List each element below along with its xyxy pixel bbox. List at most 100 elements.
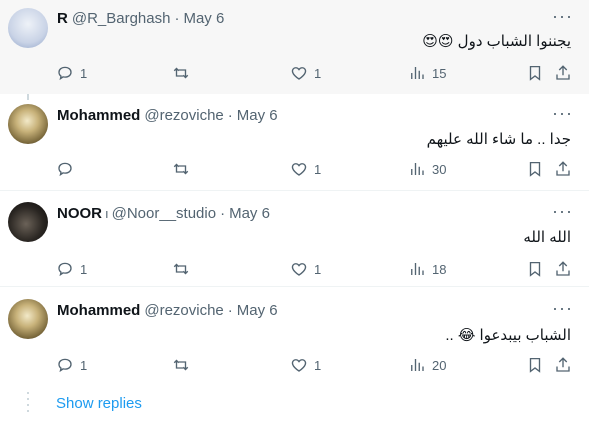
- reply-icon: [58, 162, 72, 177]
- bookmark-button[interactable]: [526, 260, 544, 278]
- avatar[interactable]: [8, 299, 48, 339]
- views-button[interactable]: 15: [408, 64, 446, 82]
- share-button[interactable]: [554, 356, 572, 374]
- bookmark-icon: [529, 357, 541, 373]
- tweet-header: R @R_Barghash · May 6: [57, 10, 224, 27]
- avatar[interactable]: [8, 8, 48, 48]
- avatar[interactable]: [8, 104, 48, 144]
- like-icon: [291, 359, 307, 372]
- bookmark-button[interactable]: [526, 356, 544, 374]
- author-name[interactable]: Mohammed: [57, 302, 140, 319]
- author-name[interactable]: NOOR: [57, 205, 102, 222]
- tweet-text: الله الله: [523, 229, 571, 246]
- share-icon: [556, 261, 570, 276]
- tweet-text: الشباب بيبدعوا 😂 ..: [445, 327, 571, 344]
- like-count: 1: [314, 261, 322, 277]
- avatar[interactable]: [8, 202, 48, 242]
- like-button[interactable]: 1: [290, 356, 321, 374]
- share-icon: [556, 357, 570, 372]
- views-icon: [411, 67, 424, 79]
- show-replies-link[interactable]: Show replies: [56, 395, 142, 412]
- more-options-icon[interactable]: ···: [552, 201, 573, 222]
- bookmark-icon: [529, 161, 541, 177]
- retweet-icon: [173, 163, 189, 175]
- views-icon: [411, 163, 424, 175]
- reply-count: 1: [80, 357, 88, 373]
- author-handle[interactable]: @R_Barghash: [72, 10, 171, 27]
- tweet-text: يجننوا الشباب دول 😍😍: [422, 33, 571, 50]
- like-count: 1: [314, 357, 322, 373]
- views-button[interactable]: 18: [408, 260, 446, 278]
- tweet-text: جدا .. ما شاء الله عليهم: [426, 131, 571, 148]
- bookmark-icon: [529, 65, 541, 81]
- action-bar: 1 30: [56, 160, 576, 180]
- views-button[interactable]: 30: [408, 160, 446, 178]
- reply-tweet[interactable]: Mohammed @rezoviche · May 6 ··· جدا .. م…: [0, 94, 589, 191]
- reply-button[interactable]: [56, 160, 80, 178]
- view-count: 30: [432, 161, 447, 177]
- like-button[interactable]: 1: [290, 260, 321, 278]
- author-handle[interactable]: @Noor__studio: [112, 205, 216, 222]
- tweet-date[interactable]: May 6: [183, 10, 224, 27]
- separator: ·: [220, 205, 226, 222]
- tweet-date[interactable]: May 6: [229, 205, 270, 222]
- action-bar: 1 1 15: [56, 64, 576, 84]
- reply-button[interactable]: 1: [56, 260, 87, 278]
- more-options-icon[interactable]: ···: [552, 103, 573, 124]
- tweet-header: Mohammed @rezoviche · May 6: [57, 107, 278, 124]
- separator: ·: [227, 302, 233, 319]
- like-icon: [291, 263, 307, 276]
- share-icon: [556, 65, 570, 80]
- like-icon: [291, 163, 307, 176]
- action-bar: 1 1 18: [56, 260, 576, 280]
- views-button[interactable]: 20: [408, 356, 446, 374]
- like-count: 1: [314, 65, 322, 81]
- bookmark-button[interactable]: [526, 160, 544, 178]
- retweet-icon: [173, 67, 189, 79]
- tweet-date[interactable]: May 6: [237, 302, 278, 319]
- reply-tweet[interactable]: R @R_Barghash · May 6 ··· يجننوا الشباب …: [0, 0, 589, 94]
- reply-tweet[interactable]: NOOR ı @Noor__studio · May 6 ··· الله ال…: [0, 192, 589, 287]
- share-button[interactable]: [554, 160, 572, 178]
- retweet-button[interactable]: [172, 64, 196, 82]
- separator: ·: [174, 10, 180, 27]
- reply-count: 1: [80, 65, 88, 81]
- reply-count: 1: [80, 261, 88, 277]
- author-handle[interactable]: @rezoviche: [144, 107, 223, 124]
- author-name[interactable]: R: [57, 10, 68, 27]
- view-count: 15: [432, 65, 447, 81]
- reply-button[interactable]: 1: [56, 356, 87, 374]
- reply-icon: [58, 358, 72, 373]
- author-handle[interactable]: @rezoviche: [144, 302, 223, 319]
- bookmark-icon: [529, 261, 541, 277]
- retweet-button[interactable]: [172, 356, 196, 374]
- more-options-icon[interactable]: ···: [552, 298, 573, 319]
- reply-icon: [58, 262, 72, 277]
- separator: ·: [227, 107, 233, 124]
- thread-dotted-line: [27, 392, 29, 414]
- retweet-button[interactable]: [172, 160, 196, 178]
- view-count: 18: [432, 261, 447, 277]
- like-button[interactable]: 1: [290, 64, 321, 82]
- views-icon: [411, 359, 424, 371]
- share-icon: [556, 161, 570, 176]
- tweet-date[interactable]: May 6: [237, 107, 278, 124]
- tweet-header: Mohammed @rezoviche · May 6: [57, 302, 278, 319]
- share-button[interactable]: [554, 64, 572, 82]
- like-button[interactable]: 1: [290, 160, 321, 178]
- more-options-icon[interactable]: ···: [552, 6, 573, 27]
- retweet-icon: [173, 359, 189, 371]
- reply-tweet[interactable]: Mohammed @rezoviche · May 6 ··· الشباب ب…: [0, 288, 589, 383]
- share-button[interactable]: [554, 260, 572, 278]
- like-count: 1: [314, 161, 322, 177]
- reply-icon: [58, 66, 72, 81]
- retweet-button[interactable]: [172, 260, 196, 278]
- reply-button[interactable]: 1: [56, 64, 87, 82]
- retweet-icon: [173, 263, 189, 275]
- view-count: 20: [432, 357, 447, 373]
- author-name[interactable]: Mohammed: [57, 107, 140, 124]
- action-bar: 1 1 20: [56, 356, 576, 376]
- like-icon: [291, 67, 307, 80]
- bookmark-button[interactable]: [526, 64, 544, 82]
- tweet-header: NOOR ı @Noor__studio · May 6: [57, 205, 270, 222]
